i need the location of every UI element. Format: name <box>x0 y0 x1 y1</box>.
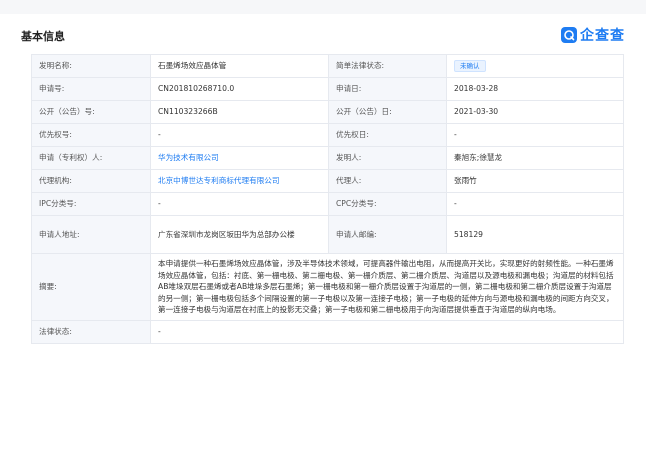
page: 基本信息 企查查 发明名称: 石墨烯场效应晶体管 简单法律状态: 未确认 申请号… <box>0 0 646 465</box>
row-agency: 代理机构: 北京中博世达专利商标代理有限公司 代理人: 张雨竹 <box>31 169 624 193</box>
row-legal-status: 法律状态: - <box>31 319 624 344</box>
label-abstract: 摘要: <box>31 253 151 321</box>
row-address: 申请人地址: 广东省深圳市龙岗区坂田华为总部办公楼 申请人邮编: 518129 <box>31 215 624 254</box>
label-priority-number: 优先权号: <box>31 123 151 147</box>
value-agent: 张雨竹 <box>446 169 624 193</box>
patent-info-table: 发明名称: 石墨烯场效应晶体管 简单法律状态: 未确认 申请号: CN20181… <box>31 54 624 344</box>
logo-text: 企查查 <box>580 28 625 44</box>
section-header: 基本信息 企查查 <box>21 24 625 48</box>
value-publication-number: CN110323266B <box>150 100 329 124</box>
label-application-date: 申请日: <box>328 77 447 101</box>
value-legal-status: - <box>150 319 624 344</box>
label-legal-status: 法律状态: <box>31 319 151 344</box>
value-application-date: 2018-03-28 <box>446 77 624 101</box>
label-application-number: 申请号: <box>31 77 151 101</box>
value-inventor: 秦旭东;徐慧龙 <box>446 146 624 170</box>
label-invention-name: 发明名称: <box>31 54 151 78</box>
value-applicant-zip: 518129 <box>446 215 624 254</box>
agency-link[interactable]: 北京中博世达专利商标代理有限公司 <box>158 176 280 185</box>
row-invention-name: 发明名称: 石墨烯场效应晶体管 简单法律状态: 未确认 <box>31 54 624 78</box>
label-publication-date: 公开（公告）日: <box>328 100 447 124</box>
applicant-link[interactable]: 华为技术有限公司 <box>158 153 219 162</box>
value-abstract: 本申请提供一种石墨烯场效应晶体管，涉及半导体技术领域，可提高器件输出电阻，从而提… <box>150 253 624 321</box>
row-classification: IPC分类号: - CPC分类号: - <box>31 192 624 216</box>
label-applicant-address: 申请人地址: <box>31 215 151 254</box>
label-applicant-zip: 申请人邮编: <box>328 215 447 254</box>
label-publication-number: 公开（公告）号: <box>31 100 151 124</box>
value-priority-number: - <box>150 123 329 147</box>
label-priority-date: 优先权日: <box>328 123 447 147</box>
section-title: 基本信息 <box>21 30 65 43</box>
value-cpc: - <box>446 192 624 216</box>
row-abstract: 摘要: 本申请提供一种石墨烯场效应晶体管，涉及半导体技术领域，可提高器件输出电阻… <box>31 253 624 321</box>
status-badge: 未确认 <box>454 60 486 72</box>
row-application-number: 申请号: CN201810268710.0 申请日: 2018-03-28 <box>31 77 624 101</box>
value-invention-name: 石墨烯场效应晶体管 <box>150 54 329 78</box>
value-priority-date: - <box>446 123 624 147</box>
label-legal-status-simple: 简单法律状态: <box>328 54 447 78</box>
top-bar <box>0 0 646 14</box>
row-applicant: 申请（专利权）人: 华为技术有限公司 发明人: 秦旭东;徐慧龙 <box>31 146 624 170</box>
label-ipc: IPC分类号: <box>31 192 151 216</box>
value-agency-cell: 北京中博世达专利商标代理有限公司 <box>150 169 329 193</box>
row-priority: 优先权号: - 优先权日: - <box>31 123 624 147</box>
label-agency: 代理机构: <box>31 169 151 193</box>
value-ipc: - <box>150 192 329 216</box>
value-application-number: CN201810268710.0 <box>150 77 329 101</box>
label-inventor: 发明人: <box>328 146 447 170</box>
qichacha-logo[interactable]: 企查查 <box>561 24 625 46</box>
value-applicant-address: 广东省深圳市龙岗区坂田华为总部办公楼 <box>150 215 329 254</box>
logo-q-icon <box>561 27 577 43</box>
row-publication-number: 公开（公告）号: CN110323266B 公开（公告）日: 2021-03-3… <box>31 100 624 124</box>
value-applicant-cell: 华为技术有限公司 <box>150 146 329 170</box>
label-agent: 代理人: <box>328 169 447 193</box>
value-legal-status-simple-cell: 未确认 <box>446 54 624 78</box>
value-publication-date: 2021-03-30 <box>446 100 624 124</box>
label-cpc: CPC分类号: <box>328 192 447 216</box>
label-applicant: 申请（专利权）人: <box>31 146 151 170</box>
